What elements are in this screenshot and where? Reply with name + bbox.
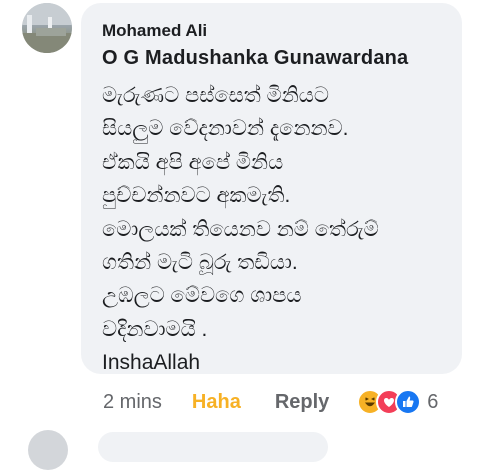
comment-line: වදිනවාමයි .: [102, 317, 208, 341]
comment-line: ගතින් මැටි බූරු තඩියා.: [102, 251, 298, 275]
comment-body: මැරුණට පස්සෙත් මිනියට සියලුම වේදනාවන් දැ…: [102, 79, 462, 380]
next-comment-bubble: [98, 432, 328, 462]
comment-line: උඹලට මේවගෙ ශාපය: [102, 284, 302, 308]
comment-actions: 2 mins Haha Reply 6: [103, 387, 438, 417]
reaction-count[interactable]: 6: [427, 391, 438, 414]
author-avatar[interactable]: [22, 3, 72, 53]
comment-line: සියලුම වේදනාවන් දැනෙනව.: [102, 117, 349, 141]
comment-line: මොලයක් තියෙනව නම් තේරුම්: [102, 217, 379, 241]
comment-line: පුච්චන්නවට අකමැති.: [102, 184, 291, 208]
comment-line: ඒකයි අපි අපේ මිනිය: [102, 150, 284, 174]
comment-line: InshaAllah: [102, 351, 201, 375]
comment-timestamp[interactable]: 2 mins: [103, 391, 162, 414]
reply-button[interactable]: Reply: [275, 391, 329, 414]
comment-line: මැරුණට පස්සෙත් මිනියට: [102, 84, 329, 107]
next-comment-avatar[interactable]: [28, 430, 68, 470]
mentioned-user[interactable]: O G Madushanka Gunawardana: [102, 47, 408, 70]
like-icon: [395, 389, 422, 415]
reaction-summary[interactable]: [357, 389, 422, 415]
comment-bubble: Mohamed Ali O G Madushanka Gunawardana ම…: [81, 3, 462, 374]
reaction-button[interactable]: Haha: [192, 391, 241, 414]
comment-author[interactable]: Mohamed Ali: [102, 21, 207, 41]
